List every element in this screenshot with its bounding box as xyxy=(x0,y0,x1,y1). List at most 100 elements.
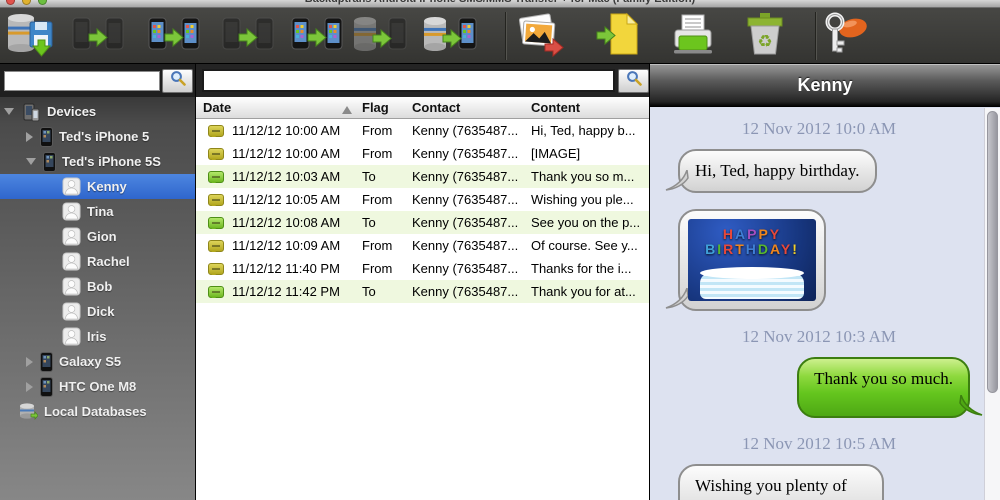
sidebar-item-galaxy-s5[interactable]: Galaxy S5 xyxy=(0,349,195,374)
column-header-date[interactable]: Date xyxy=(196,100,362,115)
sidebar-item-local-databases[interactable]: Local Databases xyxy=(0,399,195,424)
message-contact: Kenny (7635487... xyxy=(412,215,519,230)
column-header-flag[interactable]: Flag xyxy=(362,100,412,115)
sidebar-item-dick[interactable]: Dick xyxy=(0,299,195,324)
toolbar: ♻ xyxy=(0,8,1000,64)
column-header-content[interactable]: Content xyxy=(531,100,649,115)
message-date: 11/12/12 10:09 AM xyxy=(232,238,341,253)
message-date: 11/12/12 10:03 AM xyxy=(232,169,341,184)
sidebar-item-label: Kenny xyxy=(87,179,127,194)
message-contact: Kenny (7635487... xyxy=(412,238,519,253)
sidebar-item-ted-s-iphone-5s[interactable]: Ted's iPhone 5S xyxy=(0,149,195,174)
iphone-to-android-transfer-button[interactable] xyxy=(146,10,202,62)
disclosure-collapsed-icon[interactable] xyxy=(26,131,33,142)
message-row[interactable]: 11/12/12 10:00 AM From Kenny (7635487...… xyxy=(196,142,649,165)
conversation-body: 12 Nov 2012 10:0 AM Hi, Ted, happy birth… xyxy=(650,108,984,500)
sidebar-search-button[interactable] xyxy=(162,68,193,93)
search-icon xyxy=(170,70,186,91)
disclosure-collapsed-icon[interactable] xyxy=(26,356,33,367)
sort-ascending-icon xyxy=(342,106,352,114)
sidebar-search-input[interactable] xyxy=(4,70,160,91)
message-row[interactable]: 11/12/12 10:08 AM To Kenny (7635487... S… xyxy=(196,211,649,234)
message-row[interactable]: 11/12/12 10:00 AM From Kenny (7635487...… xyxy=(196,119,649,142)
restore-database-to-android-button[interactable] xyxy=(352,10,408,62)
scrollbar-thumb[interactable] xyxy=(987,111,998,393)
message-row[interactable]: 11/12/12 11:40 PM From Kenny (7635487...… xyxy=(196,257,649,280)
chat-bubble-incoming: Wishing you plenty of wonderful moments … xyxy=(678,464,884,500)
window-title: Backuptrans Android iPhone SMS/MMS Trans… xyxy=(0,0,1000,5)
conversation-scrollbar[interactable] xyxy=(984,108,1000,500)
export-photos-button[interactable] xyxy=(516,10,566,62)
sidebar-item-label: Devices xyxy=(47,104,97,119)
message-content: Thanks for the i... xyxy=(531,261,632,276)
message-flag: To xyxy=(362,215,376,230)
restore-database-to-iphone-button[interactable] xyxy=(422,10,478,62)
message-flag: To xyxy=(362,284,376,299)
phone-icon xyxy=(40,376,53,397)
sidebar-item-rachel[interactable]: Rachel xyxy=(0,249,195,274)
message-content: Of course. See y... xyxy=(531,238,638,253)
license-key-button[interactable] xyxy=(820,10,872,62)
disclosure-expanded-icon[interactable] xyxy=(4,108,14,115)
delete-messages-button[interactable]: ♻ xyxy=(741,10,789,62)
messages-search-button[interactable] xyxy=(618,68,649,93)
message-date: 11/12/12 10:00 AM xyxy=(232,123,341,138)
messages-panel: Date Flag Contact Content 11/12/12 10:00… xyxy=(196,64,650,500)
message-content: [IMAGE] xyxy=(531,146,581,161)
db-to-phone-icon xyxy=(422,13,478,60)
device-tree: Devices Ted's iPhone 5 Ted's iPhone 5S K… xyxy=(0,97,195,424)
conversation-header: Kenny xyxy=(650,64,1000,107)
sidebar-item-tina[interactable]: Tina xyxy=(0,199,195,224)
message-from-bubble-icon xyxy=(208,262,224,275)
message-table-body: 11/12/12 10:00 AM From Kenny (7635487...… xyxy=(196,119,649,303)
disclosure-collapsed-icon[interactable] xyxy=(26,381,33,392)
photos-export-icon xyxy=(516,11,566,62)
backup-messages-to-database-button[interactable] xyxy=(6,10,60,62)
message-contact: Kenny (7635487... xyxy=(412,169,519,184)
sidebar-item-devices[interactable]: Devices xyxy=(0,99,195,124)
sidebar-item-label: Bob xyxy=(87,279,113,294)
contact-icon xyxy=(62,277,81,296)
chat-bubble-incoming-image: HAPPY BIRTHDAY! xyxy=(665,209,826,312)
print-messages-button[interactable] xyxy=(669,10,717,62)
chat-bubble-text: Thank you so much. xyxy=(814,369,953,389)
contact-icon xyxy=(62,252,81,271)
message-content: Thank you so m... xyxy=(531,169,635,184)
chat-bubble-text: Wishing you plenty of wonderful moments … xyxy=(695,476,849,500)
android-to-android-transfer-button[interactable] xyxy=(70,10,126,62)
column-header-contact[interactable]: Contact xyxy=(412,100,531,115)
phone-icon xyxy=(40,126,53,147)
sidebar-item-bob[interactable]: Bob xyxy=(0,274,195,299)
message-contact: Kenny (7635487... xyxy=(412,192,519,207)
phone-pair-icon xyxy=(70,14,126,59)
titlebar: Backuptrans Android iPhone SMS/MMS Trans… xyxy=(0,0,1000,8)
message-to-bubble-icon xyxy=(208,216,224,229)
message-row[interactable]: 11/12/12 10:03 AM To Kenny (7635487... T… xyxy=(196,165,649,188)
message-row[interactable]: 11/12/12 10:05 AM From Kenny (7635487...… xyxy=(196,188,649,211)
contact-icon xyxy=(62,302,81,321)
message-date: 11/12/12 11:42 PM xyxy=(232,284,340,299)
message-row[interactable]: 11/12/12 11:42 PM To Kenny (7635487... T… xyxy=(196,280,649,303)
iphone-to-iphone-transfer-button[interactable] xyxy=(289,10,345,62)
message-flag: To xyxy=(362,169,376,184)
message-contact: Kenny (7635487... xyxy=(412,261,519,276)
disclosure-expanded-icon[interactable] xyxy=(26,158,36,165)
sidebar-item-iris[interactable]: Iris xyxy=(0,324,195,349)
conversation-title: Kenny xyxy=(797,74,853,95)
android-to-iphone-transfer-button[interactable] xyxy=(220,10,276,62)
messages-search-input[interactable] xyxy=(202,69,615,92)
toolbar-separator xyxy=(815,12,816,60)
key-icon xyxy=(820,11,872,62)
export-messages-to-file-button[interactable] xyxy=(595,10,643,62)
message-date: 11/12/12 10:08 AM xyxy=(232,215,341,230)
db-backup-icon xyxy=(6,10,60,63)
sidebar-item-gion[interactable]: Gion xyxy=(0,224,195,249)
message-from-bubble-icon xyxy=(208,239,224,252)
sidebar-item-ted-s-iphone-5[interactable]: Ted's iPhone 5 xyxy=(0,124,195,149)
message-contact: Kenny (7635487... xyxy=(412,146,519,161)
message-row[interactable]: 11/12/12 10:09 AM From Kenny (7635487...… xyxy=(196,234,649,257)
sidebar-item-kenny[interactable]: Kenny xyxy=(0,174,195,199)
message-flag: From xyxy=(362,146,393,161)
sidebar-item-htc-one-m8[interactable]: HTC One M8 xyxy=(0,374,195,399)
chat-date-separator: 12 Nov 2012 10:3 AM xyxy=(742,327,896,347)
